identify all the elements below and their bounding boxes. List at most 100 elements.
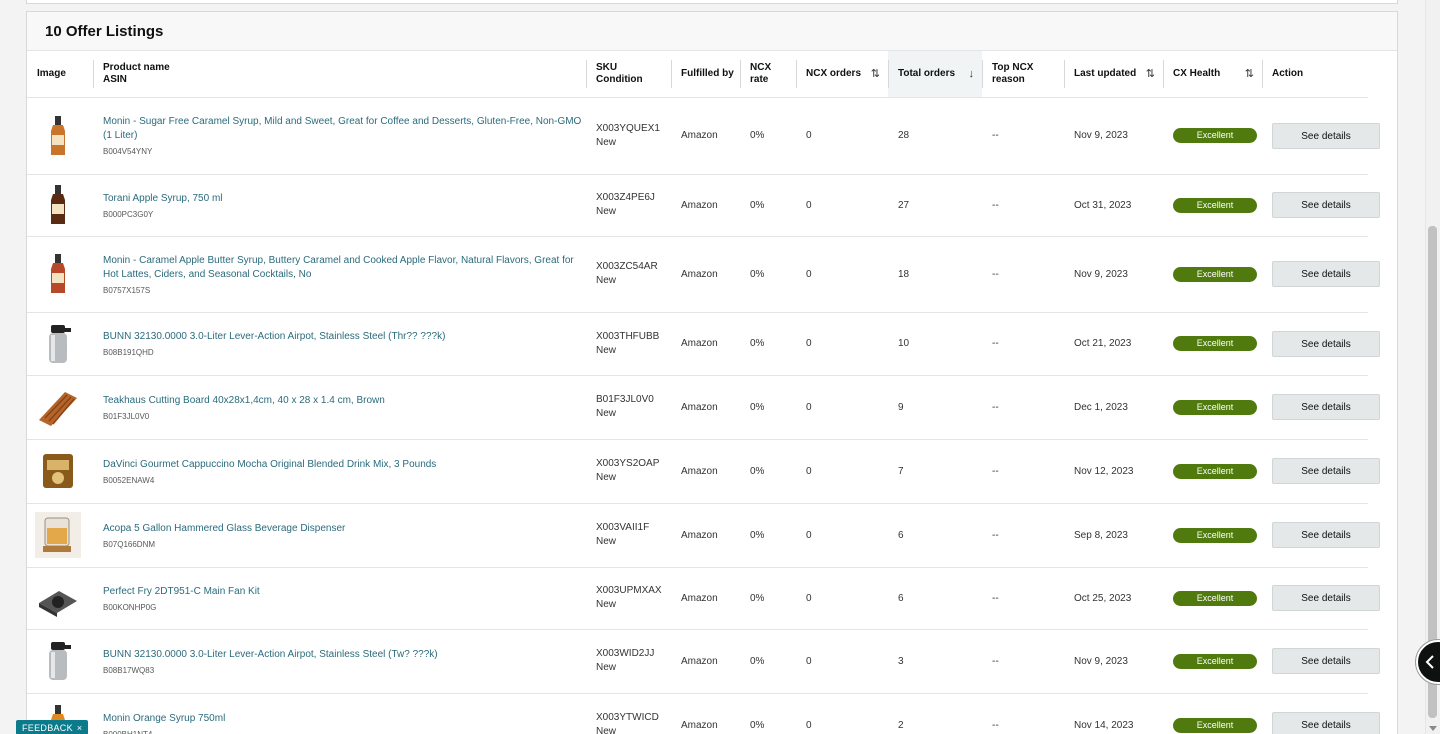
see-details-button[interactable]: See details [1272,261,1380,287]
total-orders-cell: 3 [888,629,982,694]
col-ncx-orders[interactable]: NCX orders ⇅ [796,51,888,98]
see-details-button[interactable]: See details [1272,585,1380,611]
condition-text: New [596,662,617,673]
syrup-bottle-icon[interactable] [35,113,89,159]
see-details-button[interactable]: See details [1272,330,1380,357]
action-cell: See details [1262,693,1380,734]
top-ncx-reason-cell: -- [982,375,1064,440]
product-name-link[interactable]: Monin - Caramel Apple Butter Syrup, Butt… [103,254,582,282]
sort-up-down-icon[interactable]: ⇅ [1146,68,1155,80]
fulfilled-by-cell: Amazon [671,629,740,694]
product-name-cell: BUNN 32130.0000 3.0-Liter Lever-Action A… [93,629,586,694]
ncx-orders-cell: 0 [796,312,888,376]
col-action: Action [1262,51,1368,98]
total-orders-cell: 18 [888,236,982,313]
scroll-down-arrow-icon[interactable] [1429,726,1437,731]
see-details-button[interactable]: See details [1272,192,1380,218]
asin-text: B07Q166DNM [103,539,156,549]
fan-kit-icon[interactable] [35,575,89,621]
product-image-cell[interactable] [27,97,93,175]
ncx-orders-cell: 0 [796,375,888,440]
product-image-cell[interactable] [27,312,93,376]
action-cell: See details [1262,439,1380,504]
product-name-link[interactable]: BUNN 32130.0000 3.0-Liter Lever-Action A… [103,648,582,662]
product-name-link[interactable]: Teakhaus Cutting Board 40x28x1,4cm, 40 x… [103,394,582,408]
sku-cell: X003ZC54AR New [586,236,671,313]
fulfilled-by-cell: Amazon [671,312,740,376]
product-image-cell[interactable] [27,629,93,694]
product-name-link[interactable]: Perfect Fry 2DT951-C Main Fan Kit [103,585,582,599]
col-ncx-rate: NCX rate [740,51,796,98]
product-name-link[interactable]: Monin - Sugar Free Caramel Syrup, Mild a… [103,115,582,143]
product-name-link[interactable]: DaVinci Gourmet Cappuccino Mocha Origina… [103,458,582,472]
page-scrollbar[interactable] [1425,0,1440,734]
product-name-cell: Acopa 5 Gallon Hammered Glass Beverage D… [93,503,586,568]
condition-text: New [596,136,617,148]
product-image-cell[interactable] [27,439,93,504]
ncx-orders-cell: 0 [796,174,888,237]
product-image-cell[interactable] [27,375,93,440]
product-image-cell[interactable] [27,503,93,568]
ncx-orders-cell: 0 [796,236,888,313]
sort-up-down-icon[interactable]: ⇅ [871,68,880,80]
fulfilled-by-cell: Amazon [671,174,740,237]
top-ncx-reason-cell: -- [982,236,1064,313]
sort-up-down-icon[interactable]: ⇅ [1245,68,1254,80]
cutting-board-icon[interactable] [35,384,89,430]
ncx-orders-cell: 0 [796,693,888,734]
drink-mix-bag-icon[interactable] [35,448,89,494]
product-image-cell[interactable] [27,174,93,237]
see-details-button[interactable]: See details [1272,122,1380,149]
see-details-button[interactable]: See details [1272,712,1380,734]
condition-text: New [596,206,617,217]
airpot-icon[interactable] [35,321,89,367]
condition-text: New [596,344,617,356]
see-details-button[interactable]: See details [1272,648,1380,674]
col-total-orders[interactable]: Total orders ↓ [888,51,982,98]
cx-health-cell: Excellent [1163,629,1262,694]
product-name-link[interactable]: BUNN 32130.0000 3.0-Liter Lever-Action A… [103,330,582,344]
feedback-tab[interactable]: FEEDBACK × [16,720,89,734]
top-ncx-reason-cell: -- [982,312,1064,376]
ncx-orders-cell: 0 [796,629,888,694]
see-details-button[interactable]: See details [1272,458,1380,484]
syrup-bottle-icon[interactable] [35,182,89,228]
product-name-cell: Teakhaus Cutting Board 40x28x1,4cm, 40 x… [93,375,586,440]
cx-health-cell: Excellent [1163,375,1262,440]
status-badge: Excellent [1173,336,1257,351]
product-image-cell[interactable] [27,236,93,313]
sku-cell: X003YS2OAP New [586,439,671,504]
see-details-button[interactable]: See details [1272,394,1380,420]
condition-text: New [596,536,617,547]
beverage-dispenser-icon[interactable] [35,512,89,558]
status-badge: Excellent [1173,717,1257,733]
status-badge: Excellent [1173,128,1257,143]
sort-down-arrow-icon[interactable]: ↓ [969,68,975,80]
sku-text: X003ZC54AR [596,261,658,272]
col-last-updated[interactable]: Last updated ⇅ [1064,51,1163,98]
product-name-link[interactable]: Monin Orange Syrup 750ml [103,712,582,726]
action-cell: See details [1262,236,1380,313]
col-cx-health[interactable]: CX Health ⇅ [1163,51,1262,98]
table-row: Perfect Fry 2DT951-C Main Fan Kit B00KONH… [27,567,1440,630]
status-badge: Excellent [1173,463,1257,479]
cx-health-cell: Excellent [1163,174,1262,237]
fulfilled-by-cell: Amazon [671,693,740,734]
cx-health-cell: Excellent [1163,503,1262,568]
product-name-link[interactable]: Torani Apple Syrup, 750 ml [103,192,582,206]
status-badge: Excellent [1173,527,1257,543]
airpot-icon[interactable] [35,638,89,684]
see-details-button[interactable]: See details [1272,522,1380,548]
product-image-cell[interactable] [27,567,93,630]
table-row: Monin - Sugar Free Caramel Syrup, Mild a… [27,97,1440,175]
total-orders-cell: 9 [888,375,982,440]
col-sku: SKU Condition [586,51,671,98]
action-cell: See details [1262,567,1380,630]
last-updated-cell: Nov 9, 2023 [1064,629,1163,694]
product-name-link[interactable]: Acopa 5 Gallon Hammered Glass Beverage D… [103,522,582,536]
table-row: Monin - Caramel Apple Butter Syrup, Butt… [27,236,1440,313]
close-icon[interactable]: × [77,723,83,733]
cx-health-cell: Excellent [1163,439,1262,504]
last-updated-cell: Nov 9, 2023 [1064,97,1163,175]
syrup-bottle-icon[interactable] [35,251,89,297]
